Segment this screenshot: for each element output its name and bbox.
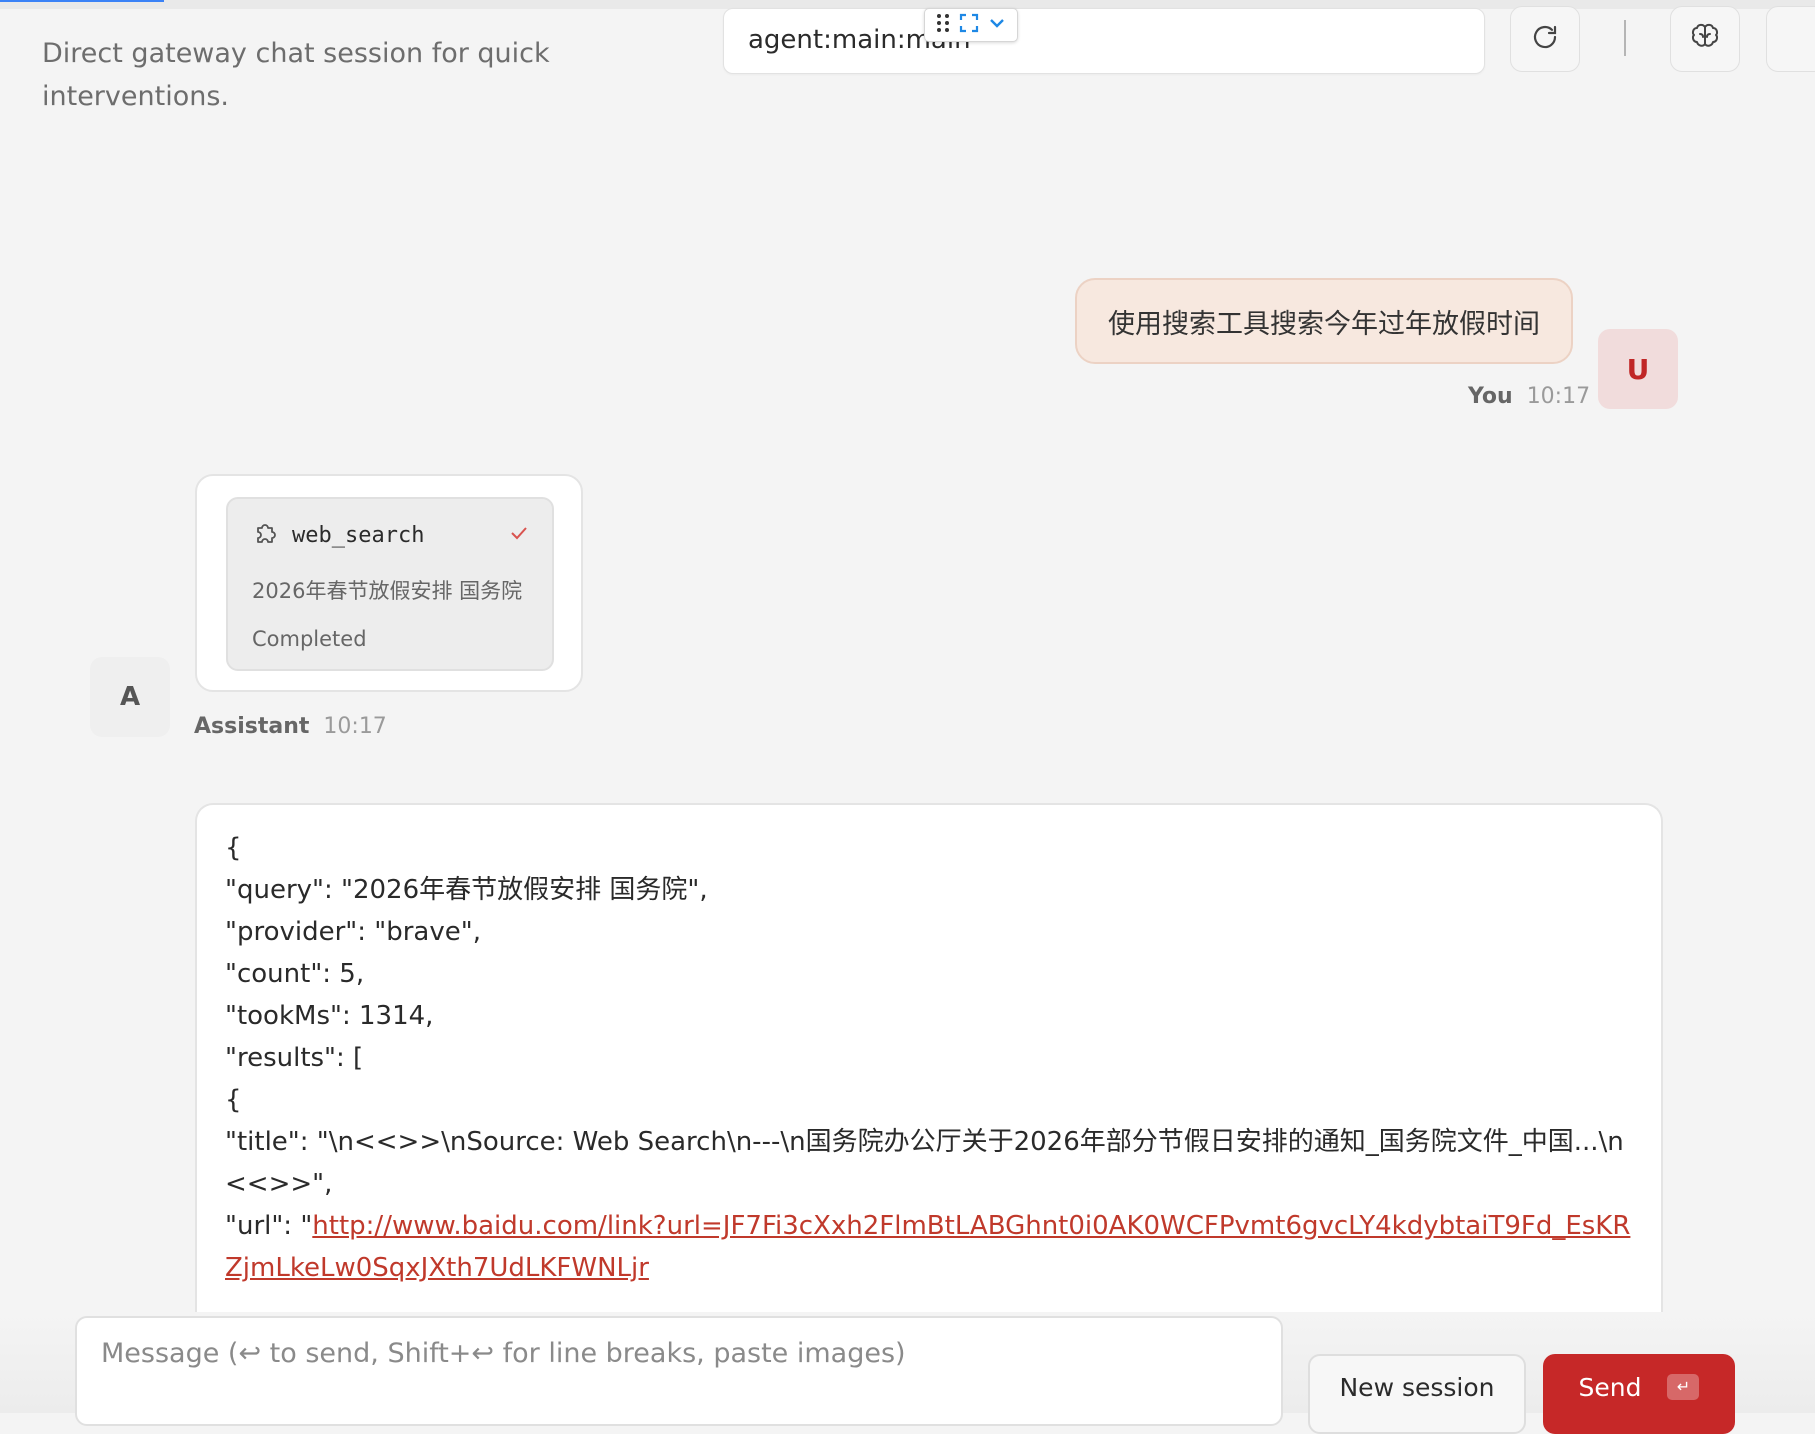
toolbar-divider bbox=[1624, 20, 1626, 56]
json-line: "provider": "brave", bbox=[225, 917, 481, 947]
puzzle-icon bbox=[252, 519, 280, 551]
session-selector[interactable]: agent:main:main bbox=[723, 8, 1485, 74]
refresh-button[interactable] bbox=[1510, 6, 1580, 72]
json-line: { bbox=[225, 833, 242, 863]
tool-call-header: web_search bbox=[252, 519, 530, 551]
tool-output-card: { "query": "2026年春节放假安排 国务院", "provider"… bbox=[195, 803, 1663, 1323]
send-label: Send bbox=[1578, 1372, 1642, 1402]
enter-key-icon: ↵ bbox=[1667, 1374, 1700, 1400]
user-sender-name: You bbox=[1468, 384, 1513, 409]
fullscreen-icon[interactable] bbox=[959, 13, 979, 37]
tool-call-card[interactable]: web_search 2026年春节放假安排 国务院 Completed bbox=[226, 497, 554, 671]
json-line: "count": 5, bbox=[225, 959, 365, 989]
user-message-meta: You 10:17 bbox=[1468, 384, 1590, 409]
json-url-key: "url": " bbox=[225, 1211, 313, 1241]
top-progress-fill bbox=[0, 0, 164, 2]
check-icon bbox=[508, 522, 530, 548]
user-avatar: U bbox=[1598, 329, 1678, 409]
new-session-label: New session bbox=[1339, 1372, 1495, 1402]
chevron-down-icon[interactable] bbox=[988, 14, 1006, 36]
user-message-time: 10:17 bbox=[1526, 384, 1591, 409]
floating-toolbar[interactable] bbox=[924, 8, 1018, 42]
json-line: "tookMs": 1314, bbox=[225, 1001, 434, 1031]
tool-query: 2026年春节放假安排 国务院 bbox=[252, 579, 523, 603]
user-message-bubble: 使用搜索工具搜索今年过年放假时间 bbox=[1075, 278, 1573, 364]
assistant-tool-group: web_search 2026年春节放假安排 国务院 Completed bbox=[195, 474, 583, 692]
assistant-message-time: 10:17 bbox=[323, 714, 387, 739]
json-line: "results": [ bbox=[225, 1043, 364, 1073]
tool-name: web_search bbox=[292, 522, 425, 548]
tool-status: Completed bbox=[252, 627, 367, 651]
result-url-link[interactable]: http://www.baidu.com/link?url=JF7Fi3cXxh… bbox=[225, 1211, 1630, 1283]
edge-button[interactable] bbox=[1766, 6, 1815, 72]
brain-button[interactable] bbox=[1670, 6, 1740, 72]
assistant-sender-name: Assistant bbox=[194, 714, 310, 739]
grip-icon[interactable] bbox=[936, 13, 950, 37]
json-url-line: "url": "http://www.baidu.com/link?url=JF… bbox=[225, 1205, 1631, 1289]
send-button[interactable]: Send ↵ bbox=[1543, 1354, 1735, 1434]
tool-output-json: { "query": "2026年春节放假安排 国务院", "provider"… bbox=[225, 827, 1631, 1289]
json-line: { bbox=[225, 1085, 242, 1115]
refresh-icon bbox=[1530, 22, 1560, 56]
brain-icon bbox=[1689, 21, 1721, 57]
message-input[interactable]: Message (↩ to send, Shift+↩ for line bre… bbox=[75, 1316, 1283, 1426]
assistant-avatar: A bbox=[90, 657, 170, 737]
json-title-line: "title": "\n<<>>\nSource: Web Search\n--… bbox=[225, 1127, 1624, 1199]
json-line: "query": "2026年春节放假安排 国务院", bbox=[225, 875, 708, 905]
new-session-button[interactable]: New session bbox=[1308, 1354, 1526, 1434]
page-subtitle: Direct gateway chat session for quick in… bbox=[42, 38, 550, 112]
assistant-message-meta: Assistant 10:17 bbox=[194, 714, 387, 739]
